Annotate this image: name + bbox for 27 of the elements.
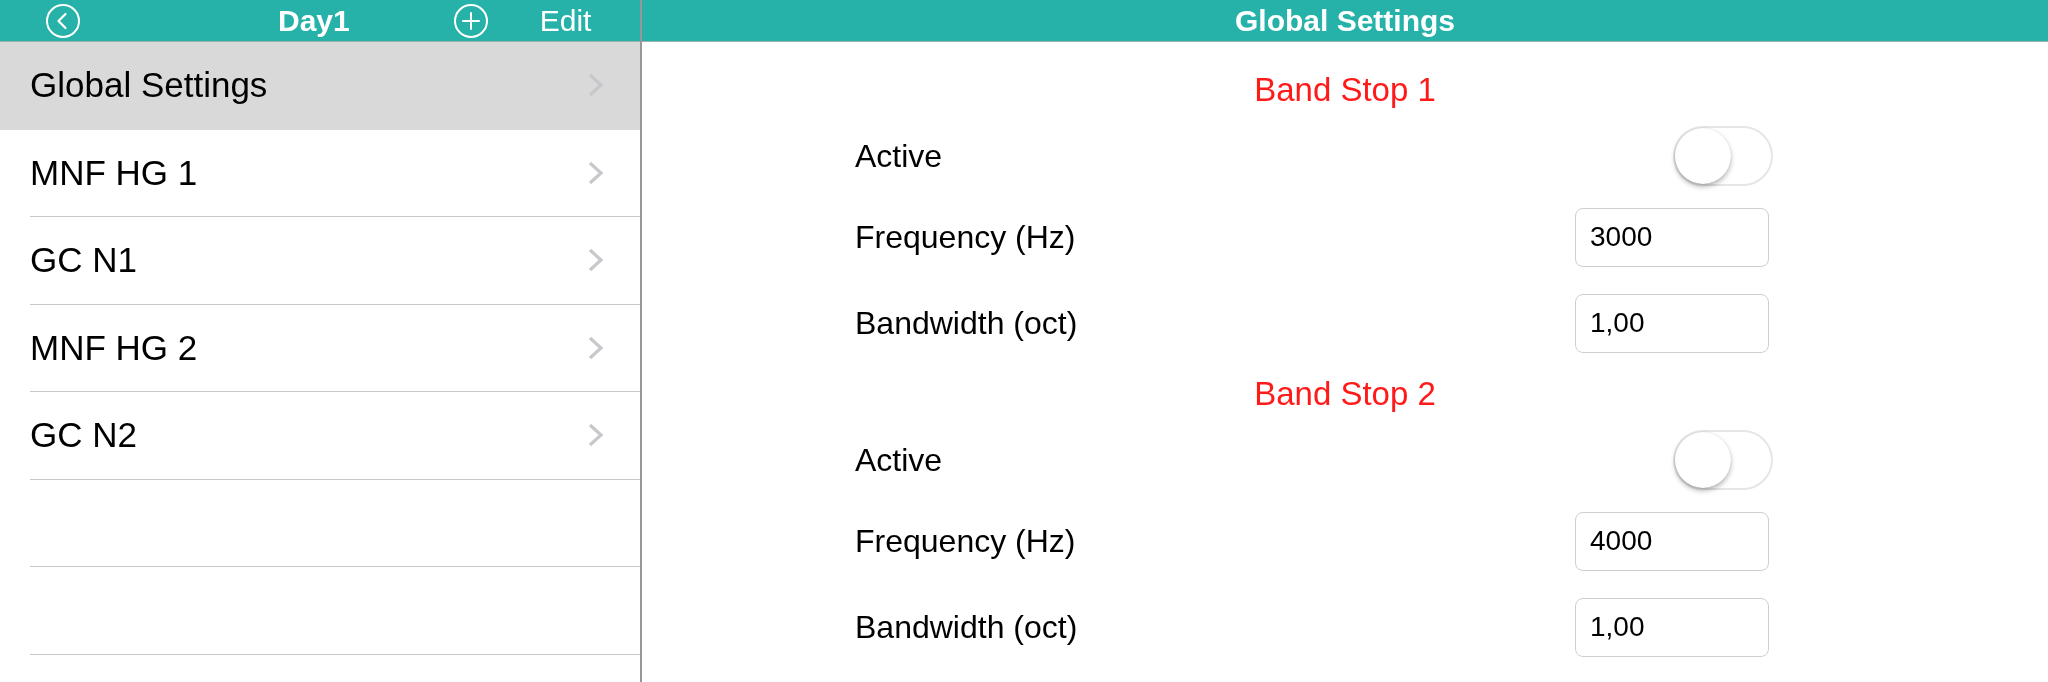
sidebar-item[interactable]: MNF HG 1 bbox=[0, 129, 640, 217]
add-icon[interactable] bbox=[453, 3, 488, 38]
sidebar-item[interactable]: MNF HG 2 bbox=[0, 304, 640, 392]
sidebar-item[interactable]: GC N2 bbox=[0, 392, 640, 480]
toggle-switch[interactable] bbox=[1673, 126, 1773, 186]
nav-title: Day1 bbox=[278, 2, 350, 39]
input-field[interactable]: 1,00 bbox=[1575, 293, 1769, 353]
section-title: Band Stop 1 bbox=[1254, 70, 1436, 110]
chevron-icon bbox=[587, 423, 604, 448]
back-icon[interactable] bbox=[46, 3, 80, 38]
section-title: Band Stop 2 bbox=[1254, 374, 1436, 414]
setting-label: Bandwidth (oct) bbox=[855, 304, 1078, 343]
chevron-icon bbox=[587, 248, 604, 273]
input-field[interactable]: 1,00 bbox=[1575, 597, 1769, 657]
setting-label: Frequency (Hz) bbox=[855, 522, 1076, 561]
setting-label: Active bbox=[855, 441, 943, 480]
setting-label: Active bbox=[855, 137, 943, 176]
sidebar-item[interactable]: Global Settings bbox=[0, 42, 640, 130]
chevron-icon bbox=[587, 160, 604, 185]
setting-label: Bandwidth (oct) bbox=[855, 608, 1078, 647]
setting-label: Frequency (Hz) bbox=[855, 218, 1076, 257]
toggle-switch[interactable] bbox=[1673, 430, 1773, 490]
detail-title: Global Settings bbox=[1235, 2, 1455, 39]
input-field[interactable]: 3000 bbox=[1575, 207, 1769, 267]
chevron-icon bbox=[587, 335, 604, 360]
input-field[interactable]: 4000 bbox=[1575, 511, 1769, 571]
sidebar-item[interactable]: GC N1 bbox=[0, 217, 640, 305]
